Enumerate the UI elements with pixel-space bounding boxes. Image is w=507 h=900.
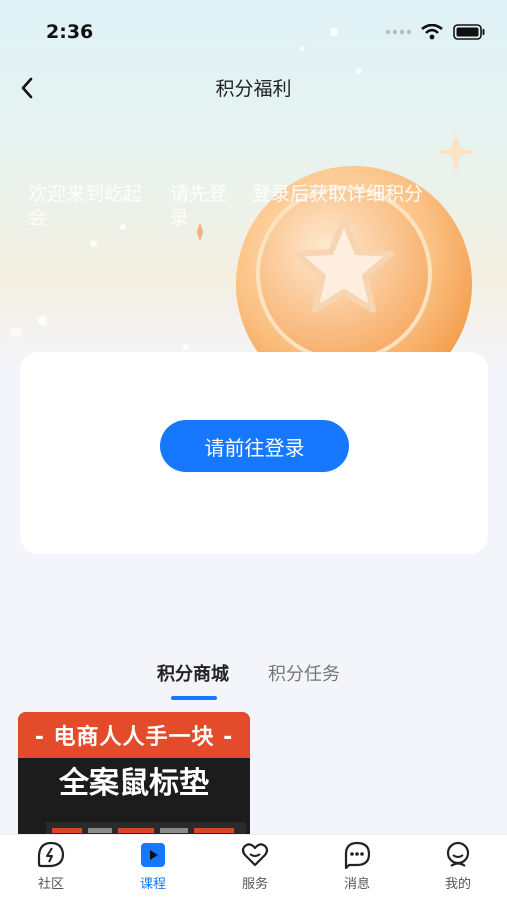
heart-icon: [241, 843, 269, 867]
status-time: 2:36: [46, 21, 94, 43]
points-hint-text: 登录后获取详细积分: [252, 183, 424, 205]
login-button[interactable]: 请前往登录: [160, 420, 349, 472]
nav-bar: 积分福利: [0, 64, 507, 110]
tab-points-tasks[interactable]: 积分任务: [268, 660, 340, 686]
bottom-tab-bar: 社区 课程 服务 消息 我的: [0, 834, 507, 900]
tabbar-label: 消息: [343, 877, 370, 892]
sparkle-dot: [10, 326, 22, 338]
status-icons: [385, 24, 485, 40]
sparkle-dot: [38, 316, 47, 325]
tabbar-label: 课程: [139, 877, 166, 892]
battery-icon: [453, 24, 485, 40]
login-card: 请前往登录: [20, 352, 488, 554]
sparkle-dot: [182, 344, 188, 350]
status-bar: 2:36: [0, 0, 507, 64]
sparkle-dot: [90, 240, 97, 247]
message-icon: [344, 841, 371, 869]
welcome-text: 欢迎来到屹起会: [28, 183, 143, 229]
profile-icon: [446, 841, 470, 867]
tabbar-item-courses[interactable]: 课程: [113, 841, 193, 892]
tab-points-mall[interactable]: 积分商城: [157, 660, 229, 686]
tab-underline: [171, 696, 217, 700]
product-tagline: - 电商人人手一块 -: [18, 712, 250, 758]
points-tabs: 积分商城 积分任务: [0, 660, 507, 700]
tabbar-item-profile[interactable]: 我的: [418, 841, 498, 892]
community-icon: [37, 841, 65, 868]
tabbar-label: 服务: [241, 877, 268, 892]
signal-icon: [385, 29, 411, 35]
course-play-icon: [141, 843, 165, 867]
tabbar-item-community[interactable]: 社区: [11, 841, 91, 892]
product-card[interactable]: - 电商人人手一块 - 全案鼠标垫: [18, 712, 250, 842]
wifi-icon: [421, 24, 443, 40]
login-hint-text: 请先登录: [170, 183, 228, 229]
tabbar-item-services[interactable]: 服务: [215, 841, 295, 892]
tabbar-item-messages[interactable]: 消息: [317, 841, 397, 892]
tabbar-label: 我的: [444, 877, 471, 892]
product-headline: 全案鼠标垫: [59, 766, 209, 801]
page-title: 积分福利: [215, 78, 292, 100]
tabbar-label: 社区: [37, 877, 64, 892]
